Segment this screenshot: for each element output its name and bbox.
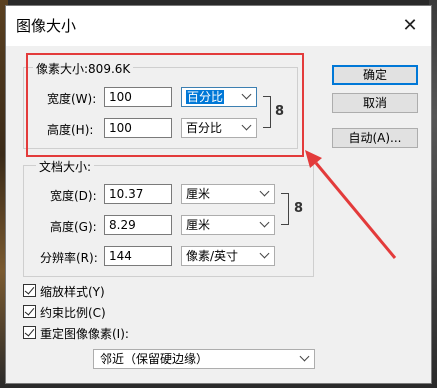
annotation-arrow xyxy=(305,150,397,259)
annotation-arrow-shaft xyxy=(314,162,397,259)
